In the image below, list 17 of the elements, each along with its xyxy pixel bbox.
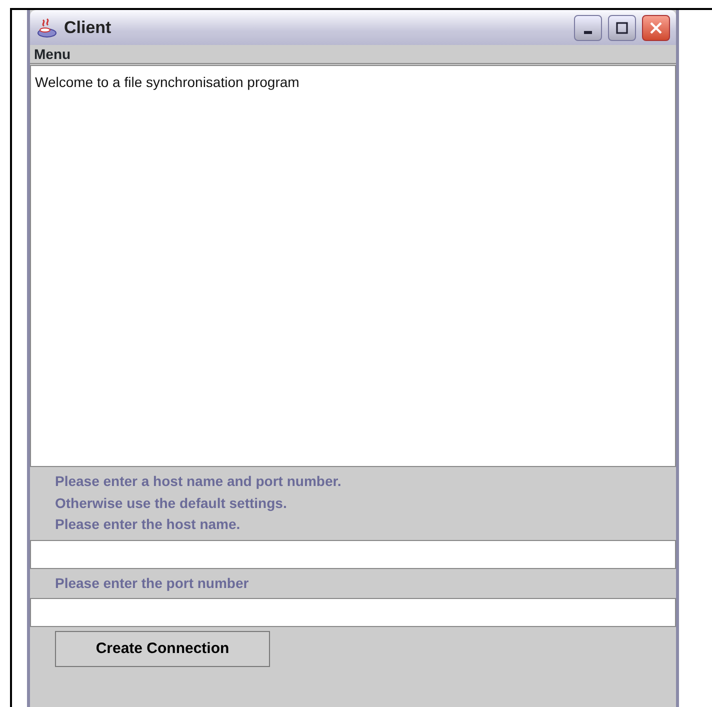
maximize-icon <box>614 20 630 36</box>
close-button[interactable] <box>642 14 670 40</box>
welcome-text: Welcome to a file synchronisation program <box>35 74 300 90</box>
window-title: Client <box>64 16 112 39</box>
instruction-text: Otherwise use the default settings. <box>55 494 287 510</box>
host-name-field[interactable] <box>30 540 676 568</box>
menu-item[interactable]: Menu <box>34 44 71 64</box>
port-number-field[interactable] <box>30 598 676 627</box>
instruction-text: Please enter the host name. <box>55 516 240 532</box>
instruction-text: Please enter a host name and port number. <box>55 473 342 489</box>
close-icon <box>648 20 664 36</box>
app-icon <box>36 18 58 38</box>
minimize-icon <box>584 31 592 34</box>
maximize-button[interactable] <box>608 14 636 40</box>
minimize-button[interactable] <box>574 14 602 40</box>
create-connection-button[interactable]: Create Connection <box>55 631 270 667</box>
port-label: Please enter the port number <box>55 574 249 590</box>
